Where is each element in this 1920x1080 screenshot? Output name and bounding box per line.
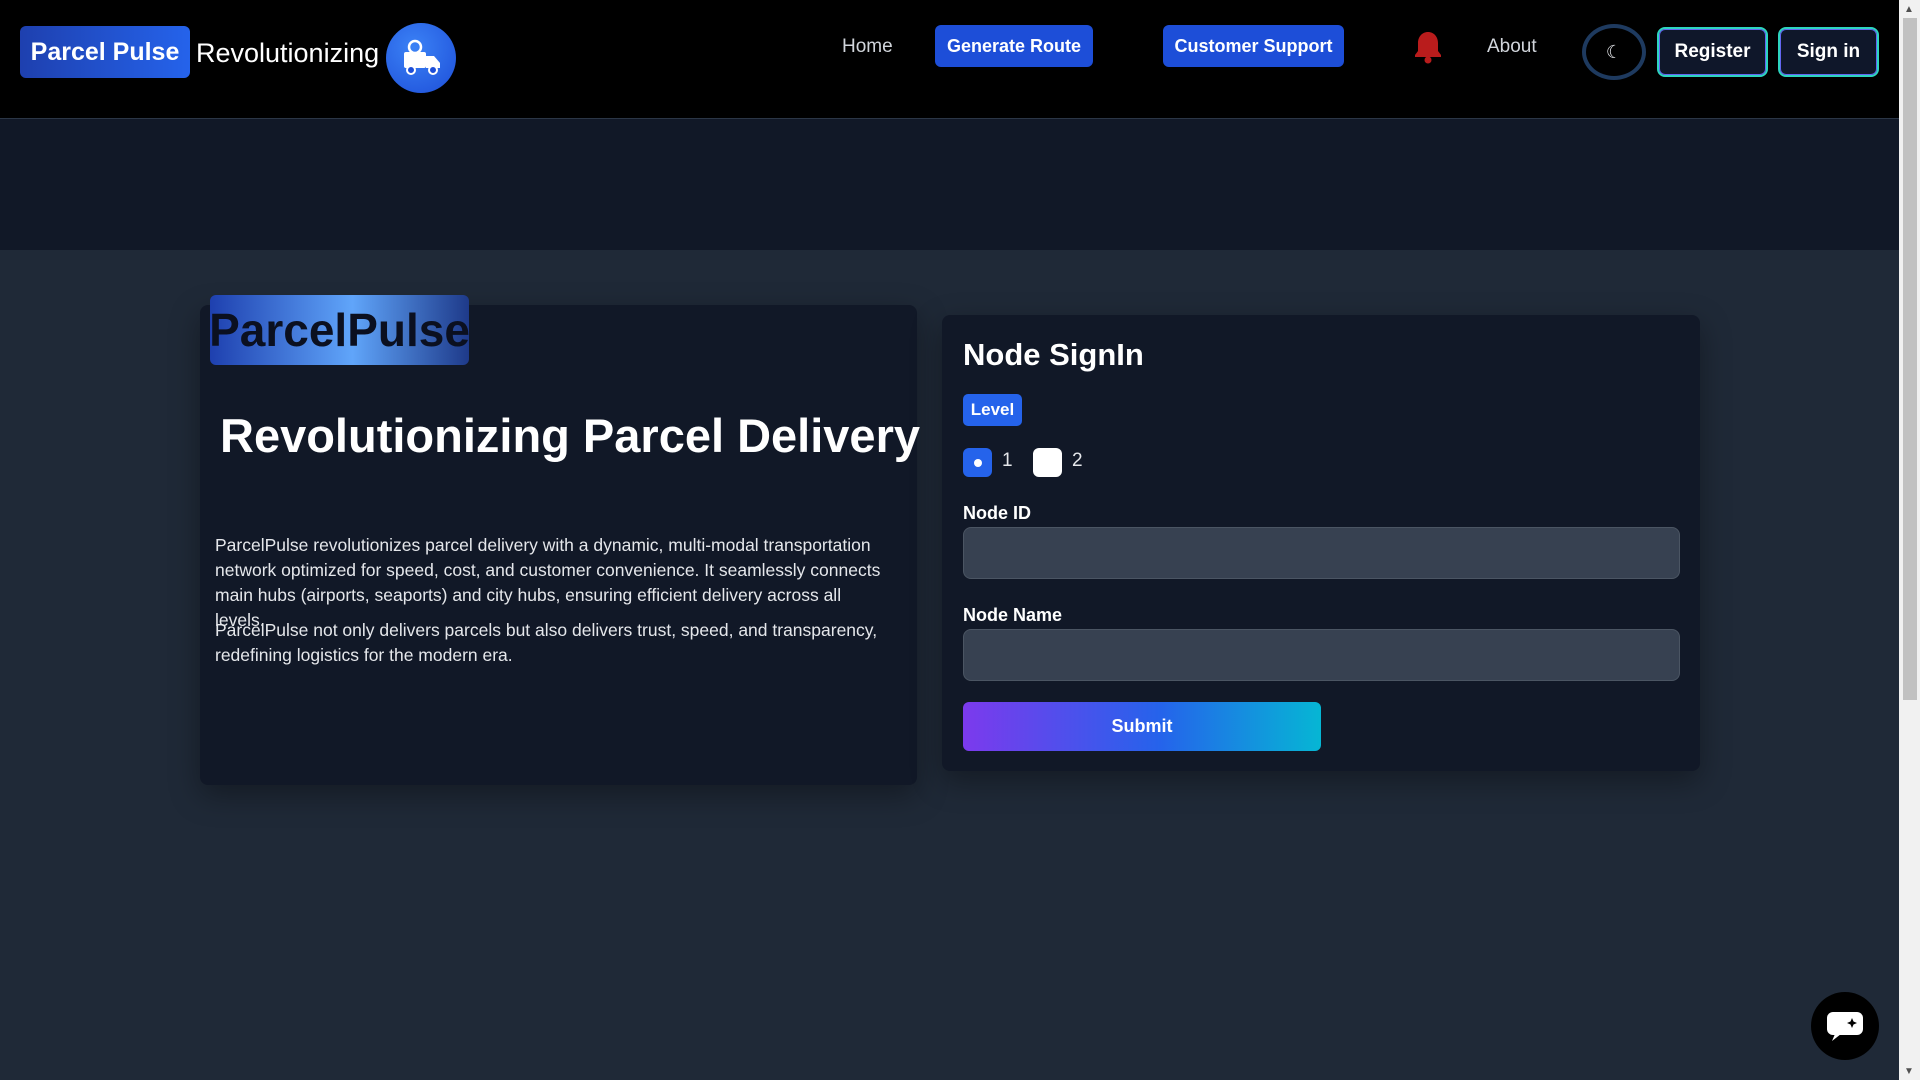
nav-about-link[interactable]: About	[1487, 36, 1537, 58]
intro-paragraph-2: ParcelPulse not only delivers parcels bu…	[215, 620, 878, 665]
level-2-label: 2	[1072, 450, 1083, 471]
level-label: Level	[963, 394, 1022, 426]
node-id-label: Node ID	[963, 503, 1032, 523]
brand-tagline: Revolutionizing	[196, 38, 380, 68]
scroll-down-arrow-icon[interactable]: ▼	[1904, 1066, 1914, 1077]
node-id-input[interactable]	[963, 527, 1680, 579]
parcelpulse-badge: ParcelPulse	[209, 295, 470, 365]
brand-name: Parcel Pulse	[30, 37, 180, 66]
nav-home-link[interactable]: Home	[842, 36, 893, 58]
bell-icon[interactable]	[1414, 30, 1442, 64]
level-2-radio[interactable]	[1033, 448, 1062, 477]
register-button[interactable]: Register	[1657, 27, 1768, 77]
hero-title: Revolutionizing Parcel Delivery	[220, 409, 920, 462]
hero-band	[0, 119, 1899, 250]
moon-icon: ☾	[1605, 41, 1623, 62]
brand-logo-button[interactable]: Parcel Pulse	[20, 26, 190, 78]
scrollbar-thumb[interactable]	[1903, 18, 1917, 700]
form-title: Node SignIn	[963, 337, 1144, 372]
chat-icon	[1827, 1012, 1863, 1041]
customer-support-button[interactable]: Customer Support	[1163, 25, 1344, 67]
submit-button[interactable]: Submit	[963, 702, 1321, 751]
chat-button[interactable]	[1811, 992, 1879, 1060]
theme-toggle-button[interactable]: ☾	[1582, 24, 1646, 80]
delivery-truck-icon	[386, 23, 456, 93]
level-1-radio[interactable]	[963, 448, 992, 477]
scroll-up-arrow-icon[interactable]: ▲	[1904, 4, 1914, 15]
node-name-label: Node Name	[963, 605, 1063, 625]
node-name-input[interactable]	[963, 629, 1680, 681]
level-1-label: 1	[1002, 450, 1013, 471]
generate-route-button[interactable]: Generate Route	[935, 25, 1093, 67]
sign-in-button[interactable]: Sign in	[1778, 27, 1879, 77]
